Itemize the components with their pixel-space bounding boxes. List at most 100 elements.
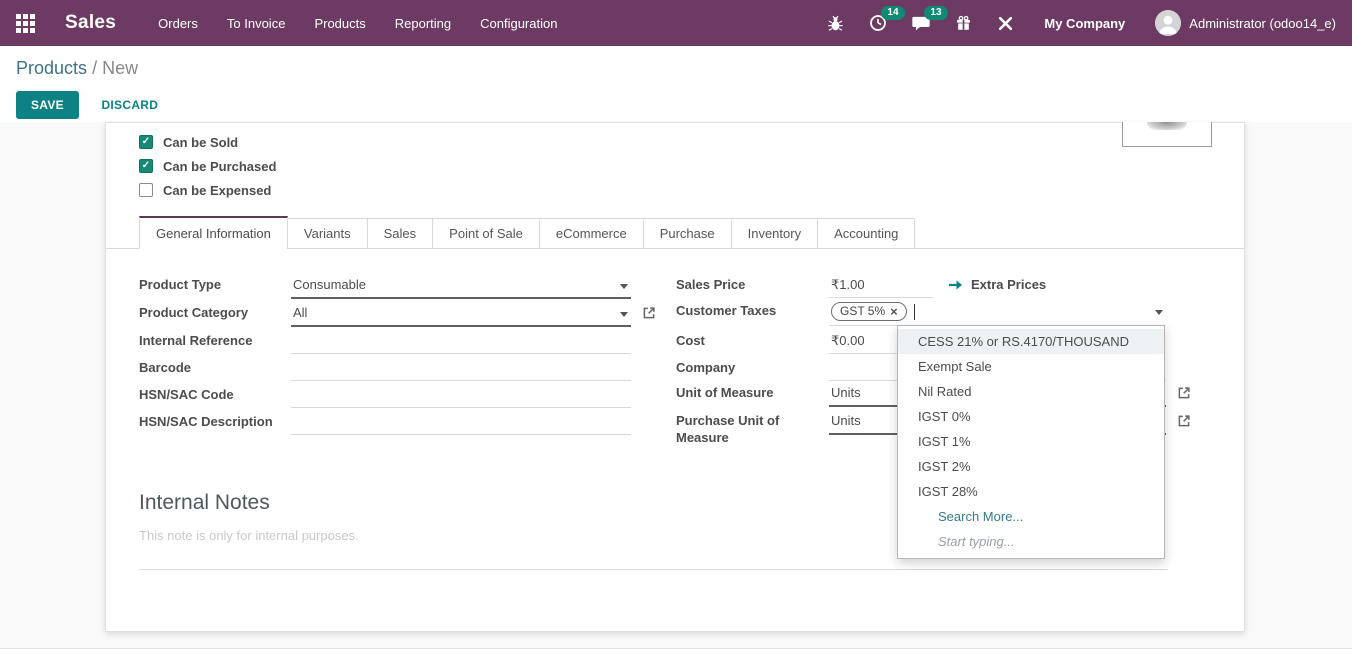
- external-link-icon[interactable]: [642, 306, 656, 325]
- dropdown-item-exempt-sale[interactable]: Exempt Sale: [898, 354, 1164, 379]
- control-panel: Products / New SAVE DISCARD: [0, 46, 1352, 122]
- bug-icon[interactable]: [827, 15, 844, 32]
- arrow-right-icon: [948, 279, 963, 291]
- internal-notes-title: Internal Notes: [139, 491, 270, 515]
- menu-configuration[interactable]: Configuration: [480, 16, 557, 31]
- customer-taxes-row: Customer Taxes GST 5% ×: [676, 299, 1166, 326]
- tab-accounting[interactable]: Accounting: [817, 218, 915, 249]
- menu-products[interactable]: Products: [314, 16, 365, 31]
- hsn-code-row: HSN/SAC Code: [139, 383, 631, 408]
- avatar[interactable]: [1155, 10, 1181, 36]
- can-be-sold-checkbox[interactable]: [139, 135, 153, 149]
- customer-taxes-label: Customer Taxes: [676, 299, 829, 319]
- menu-reporting[interactable]: Reporting: [395, 16, 451, 31]
- image-edit-hint: [1147, 122, 1187, 130]
- notes-divider: [139, 569, 1168, 570]
- tab-sales[interactable]: Sales: [367, 218, 434, 249]
- tab-general-information[interactable]: General Information: [139, 216, 288, 249]
- can-be-sold-row: Can be Sold: [139, 134, 238, 150]
- dropdown-item-igst-2[interactable]: IGST 2%: [898, 454, 1164, 479]
- save-button[interactable]: SAVE: [16, 91, 79, 119]
- cost-row: Cost ₹0.00: [676, 329, 933, 354]
- tax-tag[interactable]: GST 5% ×: [831, 302, 907, 321]
- hsn-code-input[interactable]: [291, 383, 631, 408]
- product-image-upload[interactable]: [1122, 122, 1212, 147]
- menu-to-invoice[interactable]: To Invoice: [227, 16, 286, 31]
- internal-reference-label: Internal Reference: [139, 329, 291, 349]
- internal-notes-editor[interactable]: This note is only for internal purposes.: [139, 528, 359, 543]
- product-category-row: Product Category All: [139, 301, 656, 327]
- customer-taxes-dropdown: CESS 21% or RS.4170/THOUSAND Exempt Sale…: [897, 325, 1165, 559]
- barcode-input[interactable]: [291, 356, 631, 381]
- tab-inventory[interactable]: Inventory: [731, 218, 818, 249]
- breadcrumb-current: New: [102, 58, 138, 78]
- can-be-purchased-checkbox[interactable]: [139, 159, 153, 173]
- uom-label: Unit of Measure: [676, 381, 829, 401]
- product-type-select[interactable]: Consumable: [291, 273, 631, 299]
- can-be-expensed-checkbox[interactable]: [139, 183, 153, 197]
- can-be-expensed-label: Can be Expensed: [163, 183, 271, 198]
- internal-reference-input[interactable]: [291, 329, 631, 354]
- message-badge: 13: [924, 6, 947, 20]
- tab-ecommerce[interactable]: eCommerce: [539, 218, 644, 249]
- chevron-down-icon: [1155, 310, 1163, 315]
- hsn-description-label: HSN/SAC Description: [139, 410, 291, 430]
- barcode-label: Barcode: [139, 356, 291, 376]
- tools-icon[interactable]: [997, 15, 1014, 32]
- product-type-row: Product Type Consumable: [139, 273, 631, 299]
- notebook-tabs: General Information Variants Sales Point…: [106, 216, 1244, 249]
- customer-taxes-input[interactable]: GST 5% ×: [829, 299, 1166, 326]
- dropdown-item-igst-1[interactable]: IGST 1%: [898, 429, 1164, 454]
- can-be-sold-label: Can be Sold: [163, 135, 238, 150]
- company-label: Company: [676, 356, 829, 376]
- sales-price-input[interactable]: ₹1.00: [829, 273, 933, 298]
- external-link-icon[interactable]: [1177, 414, 1191, 433]
- dropdown-start-typing-hint: Start typing...: [898, 529, 1164, 554]
- tab-variants[interactable]: Variants: [287, 218, 368, 249]
- menu-orders[interactable]: Orders: [158, 16, 198, 31]
- tax-tag-label: GST 5%: [840, 303, 885, 320]
- breadcrumb: Products / New: [16, 58, 1336, 79]
- activity-badge: 14: [881, 6, 904, 20]
- can-be-expensed-row: Can be Expensed: [139, 182, 271, 198]
- can-be-purchased-row: Can be Purchased: [139, 158, 276, 174]
- activity-clock-icon[interactable]: 14: [869, 14, 887, 32]
- tab-point-of-sale[interactable]: Point of Sale: [432, 218, 540, 249]
- external-link-icon[interactable]: [1177, 386, 1191, 405]
- breadcrumb-products[interactable]: Products: [16, 58, 87, 78]
- sales-price-label: Sales Price: [676, 273, 829, 293]
- dropdown-item-nil-rated[interactable]: Nil Rated: [898, 379, 1164, 404]
- product-type-label: Product Type: [139, 273, 291, 293]
- page-footer-divider: [0, 648, 1352, 655]
- internal-reference-row: Internal Reference: [139, 329, 631, 354]
- user-menu[interactable]: Administrator (odoo14_e): [1189, 16, 1336, 31]
- hsn-description-row: HSN/SAC Description: [139, 410, 631, 435]
- extra-prices-label: Extra Prices: [971, 277, 1046, 292]
- extra-prices-button[interactable]: Extra Prices: [948, 273, 1046, 292]
- hsn-code-label: HSN/SAC Code: [139, 383, 291, 403]
- product-category-select[interactable]: All: [291, 301, 631, 327]
- cost-label: Cost: [676, 329, 829, 349]
- apps-grid-icon[interactable]: [16, 14, 35, 33]
- tab-purchase[interactable]: Purchase: [643, 218, 732, 249]
- product-category-label: Product Category: [139, 301, 291, 321]
- purchase-uom-label: Purchase Unit of Measure: [676, 409, 829, 446]
- hsn-description-input[interactable]: [291, 410, 631, 435]
- app-window: Sales Orders To Invoice Products Reporti…: [0, 0, 1352, 655]
- text-cursor: [914, 304, 915, 320]
- chevron-down-icon: [620, 312, 628, 317]
- company-switcher[interactable]: My Company: [1044, 16, 1125, 31]
- discard-button[interactable]: DISCARD: [101, 98, 158, 112]
- app-title[interactable]: Sales: [65, 12, 116, 34]
- sales-price-row: Sales Price ₹1.00 Extra Prices: [676, 273, 1046, 298]
- barcode-row: Barcode: [139, 356, 631, 381]
- dropdown-item-cess-21[interactable]: CESS 21% or RS.4170/THOUSAND: [898, 329, 1164, 354]
- gift-icon[interactable]: [955, 15, 972, 32]
- top-menu: Orders To Invoice Products Reporting Con…: [158, 16, 557, 31]
- dropdown-item-igst-28[interactable]: IGST 28%: [898, 479, 1164, 504]
- dropdown-item-igst-0[interactable]: IGST 0%: [898, 404, 1164, 429]
- dropdown-search-more[interactable]: Search More...: [898, 504, 1164, 529]
- remove-tag-icon[interactable]: ×: [890, 306, 898, 318]
- messages-icon[interactable]: 13: [912, 14, 930, 32]
- navbar-right: 14 13 My Company Administrator (odoo14_e…: [802, 10, 1336, 36]
